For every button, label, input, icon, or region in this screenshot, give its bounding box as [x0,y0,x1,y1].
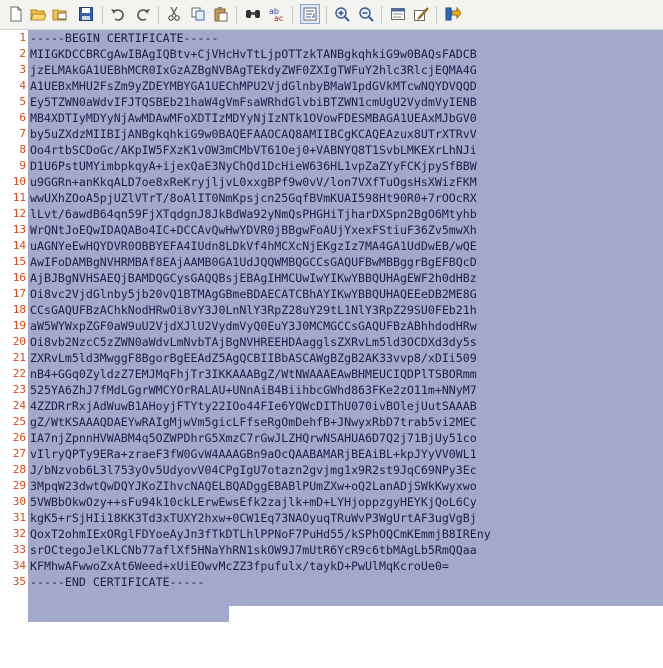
code-line[interactable]: jzELMAkGA1UEBhMCR0IxGzAZBgNVBAgTEkdyZWF0… [30,62,477,78]
code-line[interactable]: Ey5TZWN0aWdvIFJTQSBEb21haW4gVmFsaWRhdGlv… [30,94,477,110]
code-line[interactable]: nB4+GGq0ZyldzZ7EMJMqFhjTr3IKKAAABgZ/WtNW… [30,366,477,382]
toolbar-separator [158,6,159,24]
line-number: 17 [12,287,26,300]
cut-icon[interactable] [165,5,183,23]
redo-icon[interactable] [134,5,152,23]
open-recent-icon[interactable] [51,5,69,23]
code-line[interactable]: -----END CERTIFICATE----- [30,574,205,590]
code-line[interactable]: 525YA6ZhJ7fMdLGgrWMCYOrRALAU+UNnAiB4Biih… [30,382,477,398]
toolbar-separator [292,6,293,24]
paste-icon[interactable] [212,5,230,23]
code-line[interactable]: 4ZZDRrRxjAdWuwB1AHoyjFTYty22IOo44FIe6YQW… [30,398,477,414]
code-line[interactable]: wwUXhZOoA5pjUZlVTrT/8oAlIT0NmKpsjcn25Gqf… [30,190,477,206]
code-line[interactable]: AwIFoDAMBgNVHRMBAf8EAjAAMB0GA1UdJQQWMBQG… [30,254,477,270]
toolbar-separator [381,6,382,24]
code-line[interactable]: gZ/WtKSAAAQDAEYwRAIgMjwVm5gicLFfseRgOmDe… [30,414,477,430]
word-wrap-icon[interactable] [300,4,320,24]
code-line[interactable]: 5VWBbOkwOzy++sFu94k10ckLErwEwsEfk2zajlk+… [30,494,477,510]
code-line[interactable]: AjBJBgNVHSAEQjBAMDQGCysGAQQBsjEBAgIHMCUw… [30,270,477,286]
replace-icon[interactable]: ab ac [267,5,285,23]
line-number: 13 [12,223,26,236]
line-number: 8 [19,143,26,156]
line-number: 15 [12,255,26,268]
zoom-in-icon[interactable] [333,5,351,23]
code-line[interactable]: A1UEBxMHU2FsZm9yZDEYMBYGA1UEChMPU2VjdGln… [30,78,477,94]
code-line[interactable]: vIlryQPTy9ERa+zraeF3fW0GvW4AAAGBn9aOcQAA… [30,446,477,462]
code-line[interactable]: MB4XDTIyMDYyNjAwMDAwMFoXDTIzMDYyNjIzNTk1… [30,110,477,126]
line-number: 11 [12,191,26,204]
code-line[interactable]: CCsGAQUFBzAChkNodHRwOi8vY3J0LnNlY3RpZ28u… [30,302,477,318]
save-icon[interactable] [77,5,95,23]
code-line[interactable]: srOCtegoJelKLCNb77aflXf5HNaYhRN1skOW9J7m… [30,542,477,558]
line-number: 14 [12,239,26,252]
line-number: 22 [12,367,26,380]
line-number: 12 [12,207,26,220]
undo-icon[interactable] [109,5,127,23]
code-line[interactable]: IA7njZpnnHVWABM4q5OZWPDhrG5XmzC7rGwJLZHQ… [30,430,477,446]
line-number: 1 [19,31,26,44]
line-number: 29 [12,479,26,492]
line-number: 18 [12,303,26,316]
code-line[interactable]: MIIGKDCCBRCgAwIBAgIQBtv+CjVHcHvTtLjpOTTz… [30,46,477,62]
zoom-out-icon[interactable] [357,5,375,23]
line-number: 28 [12,463,26,476]
code-line[interactable]: 3MpqW23dwtQwDQYJKoZIhvcNAQELBQADggEBABlP… [30,478,477,494]
code-line[interactable]: uAGNYeEwHQYDVR0OBBYEFA4IUdn8LDkVf4hMCXcN… [30,238,477,254]
line-number: 30 [12,495,26,508]
code-line[interactable]: Oi8vc2VjdGlnby5jb20vQ1BTMAgGBmeBDAECATCB… [30,286,477,302]
line-number: 20 [12,335,26,348]
line-number: 25 [12,415,26,428]
edit-mode-icon[interactable] [412,5,430,23]
find-icon[interactable] [244,5,262,23]
line-number: 24 [12,399,26,412]
toolbar-separator [102,6,103,24]
line-number: 31 [12,511,26,524]
copy-icon[interactable] [189,5,207,23]
code-line[interactable]: WrQNtJoEQwIDAQABo4IC+DCCAvQwHwYDVR0jBBgw… [30,222,477,238]
view-icon[interactable] [389,5,407,23]
line-number: 9 [19,159,26,172]
code-line[interactable]: QoxT2ohmIExORglFDYoeAyJn3fTkDTLhlPPNoF7P… [30,526,491,542]
toolbar-separator [236,6,237,24]
run-icon[interactable] [444,5,462,23]
line-number: 5 [19,95,26,108]
code-line[interactable]: -----BEGIN CERTIFICATE----- [30,30,218,46]
line-number: 2 [19,47,26,60]
toolbar-separator [436,6,437,24]
line-number: 21 [12,351,26,364]
svg-text:ac: ac [274,14,283,22]
line-number: 10 [12,175,26,188]
code-line[interactable]: Oo4rtbSCDoGc/AKpIW5FXzK1vOW3mCMbVT61Oej0… [30,142,477,158]
code-line[interactable]: D1U6PstUMYimbpkqyA+ijexQaE3NyChQd1DcHieW… [30,158,477,174]
line-number: 33 [12,543,26,556]
code-line[interactable]: Oi8vb2NzcC5zZWN0aWdvLmNvbTAjBgNVHREEHDAa… [30,334,477,350]
toolbar-separator [326,6,327,24]
line-number: 35 [12,575,26,588]
line-number: 3 [19,63,26,76]
code-line[interactable]: J/bNzvob6L3l753yOv5UdyovV04CPgIgU7otazn2… [30,462,477,478]
line-number: 4 [19,79,26,92]
line-number: 26 [12,431,26,444]
line-number: 23 [12,383,26,396]
code-line[interactable]: ZXRvLm5ld3MwggF8BgorBgEEAdZ5AgQCBIIBbASC… [30,350,477,366]
line-number: 27 [12,447,26,460]
code-line[interactable]: aW5WYWxpZGF0aW9uU2VjdXJlU2VydmVyQ0EuY3J0… [30,318,477,334]
line-number: 7 [19,127,26,140]
code-line[interactable]: by5uZXdzMIIBIjANBgkqhkiG9w0BAQEFAAOCAQ8A… [30,126,477,142]
line-number: 16 [12,271,26,284]
line-number: 6 [19,111,26,124]
open-folder-icon[interactable] [29,5,47,23]
code-line[interactable]: u9GGRn+anKkqALD7oe8xReKryjljvL0xxgBPf9w0… [30,174,477,190]
toolbar: ab ac [0,0,663,30]
new-file-icon[interactable] [7,5,25,23]
code-line[interactable]: kgK5+rSjHIi18KK3Td3xTUXY2hxw+0CW1Eq73NAO… [30,510,477,526]
line-number: 32 [12,527,26,540]
text-selection [28,606,229,622]
line-number: 34 [12,559,26,572]
line-number: 19 [12,319,26,332]
code-line[interactable]: lLvt/6awdB64qn59FjXTqdgnJ8JkBdWa92yNmQsP… [30,206,477,222]
code-line[interactable]: KFMhwAFwwoZxAt6Weed+xUiEOwvMcZZ3fpufulx/… [30,558,449,574]
